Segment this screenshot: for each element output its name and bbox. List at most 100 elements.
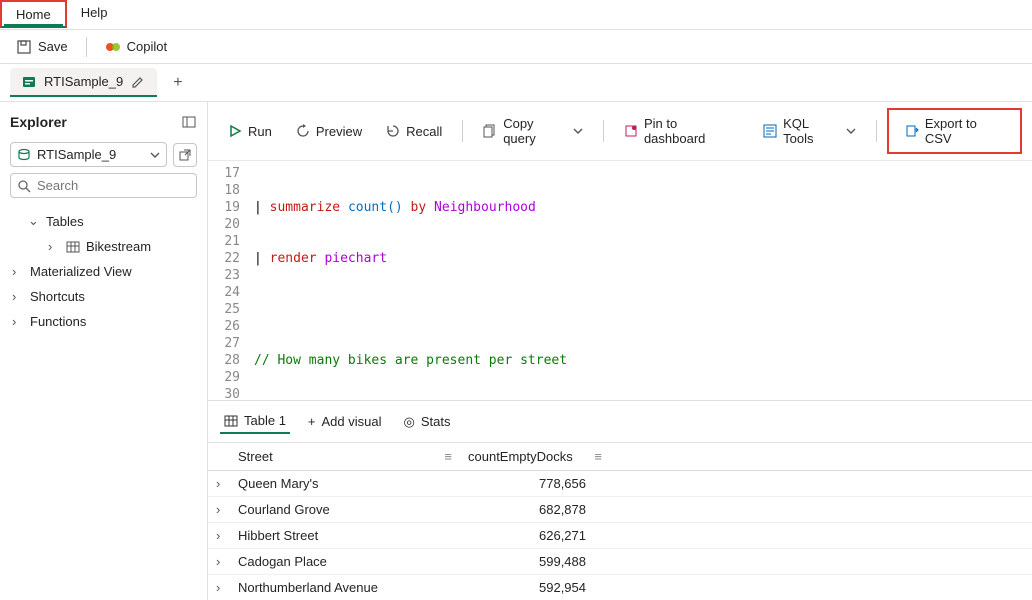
table-row[interactable]: ›Queen Mary's778,656 (208, 471, 1032, 497)
table-row[interactable]: ›Cadogan Place599,488 (208, 549, 1032, 575)
file-tab-label: RTISample_9 (44, 74, 123, 89)
cell-street: Northumberland Avenue (230, 575, 460, 600)
kql-tools-button[interactable]: KQL Tools (753, 112, 866, 150)
search-box[interactable] (10, 173, 197, 198)
tree-label: Tables (46, 214, 84, 229)
export-csv-button[interactable]: Export to CSV (895, 112, 1014, 150)
results-tab-stats[interactable]: ◎ Stats (400, 410, 455, 434)
pin-icon (624, 124, 638, 138)
export-icon (905, 124, 919, 138)
chevron-down-icon (846, 126, 856, 136)
results-grid[interactable]: Street≡ countEmptyDocks ≡ ›Queen Mary's7… (208, 443, 1032, 600)
export-label: Export to CSV (925, 116, 1004, 146)
cell-countemptydocks: 592,954 (460, 575, 610, 600)
expand-row-icon[interactable]: › (208, 575, 230, 600)
table-row[interactable]: ›Hibbert Street626,271 (208, 523, 1032, 549)
kql-tools-icon (763, 124, 777, 138)
database-select[interactable]: RTISample_9 (10, 142, 167, 167)
search-input[interactable] (37, 178, 190, 193)
tree-matview[interactable]: › Materialized View (10, 259, 197, 284)
chevron-right-icon: › (12, 264, 24, 279)
col-header-countemptydocks[interactable]: countEmptyDocks ≡ (460, 443, 610, 471)
separator (86, 37, 87, 57)
tree-bikestream[interactable]: › Bikestream (10, 234, 197, 259)
play-icon (228, 124, 242, 138)
copilot-icon (105, 39, 121, 55)
tree-label: Materialized View (30, 264, 132, 279)
expand-row-icon[interactable]: › (208, 523, 230, 549)
explorer-tree: ⌄ Tables › Bikestream › Materialized Vie… (10, 208, 197, 334)
expand-col-header (208, 443, 230, 471)
tree-label: Bikestream (86, 239, 151, 254)
save-icon (16, 39, 32, 55)
save-button[interactable]: Save (6, 35, 78, 59)
tree-label: Functions (30, 314, 86, 329)
chevron-right-icon: › (48, 239, 60, 254)
preview-button[interactable]: Preview (286, 120, 372, 143)
table-row[interactable]: ›Courland Grove682,878 (208, 497, 1032, 523)
copy-icon (483, 124, 497, 138)
run-button[interactable]: Run (218, 120, 282, 143)
cell-street: Courland Grove (230, 497, 460, 523)
chevron-down-icon: ⌄ (28, 213, 40, 229)
line-gutter: 171819 202122 232425 262728 2930 (208, 161, 248, 400)
add-tab-button[interactable]: + (165, 70, 190, 96)
run-label: Run (248, 124, 272, 139)
col-header-street[interactable]: Street≡ (230, 443, 460, 471)
copilot-label: Copilot (127, 39, 167, 54)
panel-toggle-icon[interactable] (181, 114, 197, 130)
top-menu-bar: Home Help (0, 0, 1032, 30)
open-external-icon[interactable] (173, 143, 197, 167)
separator (462, 120, 463, 142)
expand-row-icon[interactable]: › (208, 471, 230, 497)
pin-dashboard-button[interactable]: Pin to dashboard (614, 112, 749, 150)
expand-row-icon[interactable]: › (208, 549, 230, 575)
queryset-icon (22, 75, 36, 89)
cell-countemptydocks: 626,271 (460, 523, 610, 549)
database-icon (17, 148, 31, 162)
table-icon (224, 414, 238, 428)
tree-functions[interactable]: › Functions (10, 309, 197, 334)
separator (876, 120, 877, 142)
copy-query-button[interactable]: Copy query (473, 112, 593, 150)
sort-icon[interactable]: ≡ (594, 449, 602, 464)
export-csv-highlight: Export to CSV (887, 108, 1022, 154)
file-tab[interactable]: RTISample_9 (10, 68, 157, 97)
tree-shortcuts[interactable]: › Shortcuts (10, 284, 197, 309)
results-tab-bar: Table 1 + Add visual ◎ Stats (208, 401, 1032, 443)
edit-icon[interactable] (131, 75, 145, 89)
search-icon (17, 179, 31, 193)
tab-label: Stats (421, 414, 451, 429)
file-tab-row: RTISample_9 + (0, 64, 1032, 102)
refresh-icon (296, 124, 310, 138)
col-spacer (610, 443, 1032, 471)
cell-countemptydocks: 599,488 (460, 549, 610, 575)
query-command-bar: Run Preview Recall Copy query (208, 102, 1032, 161)
save-label: Save (38, 39, 68, 54)
tab-label: Add visual (322, 414, 382, 429)
add-visual-button[interactable]: + Add visual (304, 410, 386, 433)
cell-countemptydocks: 682,878 (460, 497, 610, 523)
recall-label: Recall (406, 124, 442, 139)
separator (603, 120, 604, 142)
recall-button[interactable]: Recall (376, 120, 452, 143)
tab-label: Table 1 (244, 413, 286, 428)
code-body[interactable]: | summarize count() by Neighbourhood | r… (248, 161, 1032, 400)
copilot-button[interactable]: Copilot (95, 35, 177, 59)
tree-tables[interactable]: ⌄ Tables (10, 208, 197, 234)
cell-street: Hibbert Street (230, 523, 460, 549)
menu-help[interactable]: Help (67, 0, 122, 24)
recall-icon (386, 124, 400, 138)
sort-icon[interactable]: ≡ (444, 449, 452, 464)
code-editor[interactable]: 171819 202122 232425 262728 2930 | summa… (208, 161, 1032, 401)
content-area: Run Preview Recall Copy query (208, 102, 1032, 600)
menu-home[interactable]: Home (0, 0, 67, 28)
results-tab-table1[interactable]: Table 1 (220, 409, 290, 434)
tree-label: Shortcuts (30, 289, 85, 304)
cell-street: Cadogan Place (230, 549, 460, 575)
chevron-right-icon: › (12, 289, 24, 304)
explorer-title: Explorer (10, 114, 67, 130)
expand-row-icon[interactable]: › (208, 497, 230, 523)
table-row[interactable]: ›Northumberland Avenue592,954 (208, 575, 1032, 600)
table-header-row: Street≡ countEmptyDocks ≡ (208, 443, 1032, 471)
